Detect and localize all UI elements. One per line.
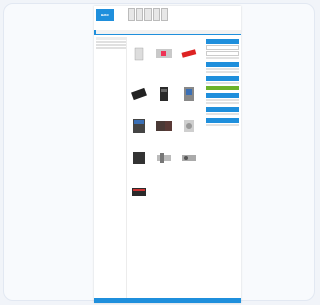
product-image[interactable] <box>130 85 148 103</box>
left-sidebar-title <box>96 37 126 40</box>
main-navigation <box>94 30 241 35</box>
product-card[interactable] <box>153 85 175 115</box>
category-link[interactable] <box>96 47 126 49</box>
product-image[interactable] <box>180 149 198 167</box>
product-card[interactable] <box>153 45 175 75</box>
product-image[interactable] <box>130 183 148 201</box>
product-card[interactable] <box>128 183 150 213</box>
product-image[interactable] <box>155 117 173 135</box>
product-image[interactable] <box>180 45 198 63</box>
product-grid <box>128 37 202 303</box>
sidebar-block-title <box>206 107 239 112</box>
site-logo[interactable]: ШКС <box>96 9 114 21</box>
product-image[interactable] <box>180 85 198 103</box>
left-sidebar <box>96 37 127 303</box>
text-line <box>206 82 239 84</box>
category-link[interactable] <box>96 44 126 46</box>
product-card[interactable] <box>128 85 150 115</box>
product-image[interactable] <box>130 149 148 167</box>
product-card[interactable] <box>153 117 175 147</box>
product-card[interactable] <box>128 149 150 179</box>
nav-item-1[interactable] <box>94 30 96 34</box>
product-image[interactable] <box>180 117 198 135</box>
product-image[interactable] <box>155 85 173 103</box>
product-card[interactable] <box>178 117 200 147</box>
text-line <box>206 99 239 101</box>
header-banner-image <box>128 8 169 21</box>
action-button[interactable] <box>206 86 239 90</box>
webpage-thumbnail[interactable]: ШКС <box>94 6 241 303</box>
product-card[interactable] <box>128 117 150 147</box>
product-card[interactable] <box>153 149 175 179</box>
product-card[interactable] <box>128 45 150 75</box>
product-image[interactable] <box>155 149 173 167</box>
product-card[interactable] <box>178 45 200 75</box>
login-field[interactable] <box>206 45 239 50</box>
sidebar-block-title <box>206 39 239 44</box>
product-image[interactable] <box>130 45 148 63</box>
text-line <box>206 68 239 70</box>
sidebar-block-title <box>206 76 239 81</box>
sidebar-block-title <box>206 118 239 123</box>
product-card[interactable] <box>178 149 200 179</box>
text-line <box>206 71 239 73</box>
right-sidebar <box>206 36 239 303</box>
text-line <box>206 57 239 59</box>
header-contact-box <box>194 9 238 29</box>
text-line <box>206 102 239 104</box>
sidebar-block-title <box>206 93 239 98</box>
product-card[interactable] <box>178 85 200 115</box>
nav-item-2[interactable] <box>98 30 100 34</box>
nav-item-3[interactable] <box>102 30 104 34</box>
text-line <box>206 113 239 115</box>
category-link[interactable] <box>96 41 126 43</box>
nav-item-4[interactable] <box>106 30 108 34</box>
page-footer <box>94 298 241 303</box>
product-image[interactable] <box>130 117 148 135</box>
text-line <box>206 124 239 126</box>
sidebar-block-title <box>206 62 239 67</box>
product-image[interactable] <box>155 45 173 63</box>
password-field[interactable] <box>206 51 239 56</box>
